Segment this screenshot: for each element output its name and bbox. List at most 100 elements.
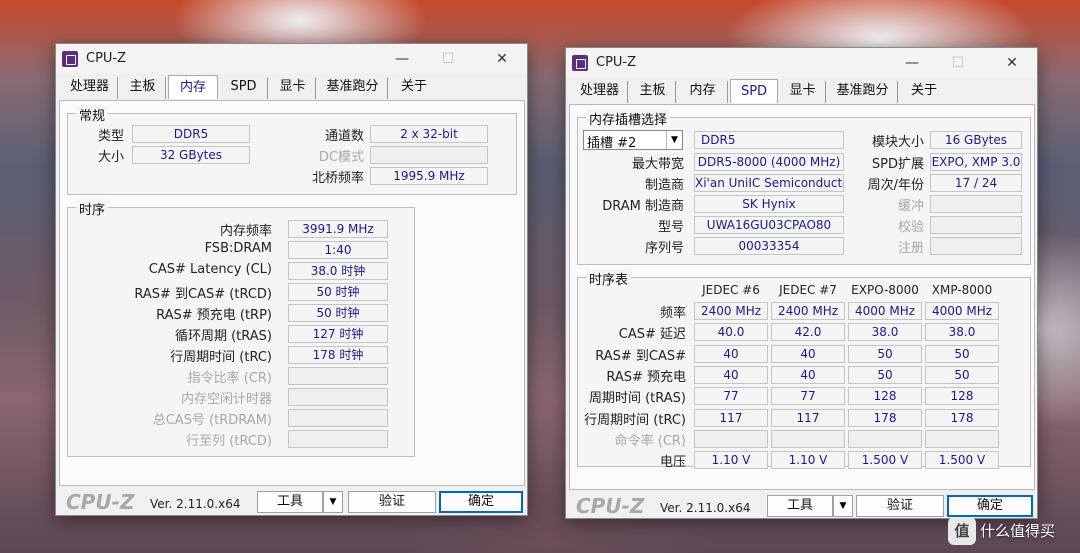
dram-mfr-value: SK Hynix	[694, 195, 844, 213]
cpuz-app-icon	[572, 55, 588, 71]
table-cell: 50	[925, 365, 999, 384]
table-row-label: 频率	[659, 306, 686, 321]
table-cell: 1.500 V	[925, 451, 999, 470]
timing-value: 38.0 时钟	[288, 262, 388, 280]
timing-label: 总CAS号 (tRDRAM)	[152, 413, 272, 428]
tab-bench[interactable]: 基准跑分	[318, 77, 388, 99]
timing-value	[288, 430, 388, 448]
minimize-icon[interactable]: —	[382, 47, 422, 71]
close-icon[interactable]: ✕	[482, 47, 522, 71]
table-row-label: 命令率 (CR)	[614, 433, 686, 449]
max-bw-value: DDR5-8000 (4000 MHz)	[694, 153, 844, 171]
size-label: 大小	[97, 150, 124, 165]
table-cell: 50	[848, 365, 922, 384]
channels-value: 2 x 32-bit	[370, 125, 488, 143]
tab-memory[interactable]: 内存	[678, 81, 728, 103]
tab-cpu[interactable]: 处理器	[62, 77, 118, 99]
title-bar[interactable]: CPU-Z — ☐ ✕	[566, 48, 1037, 78]
general-group: 常规 类型 DDR5 大小 32 GBytes 通道数 2 x 32-bit D…	[67, 105, 517, 195]
table-cell: 117	[771, 408, 845, 427]
spd-panel: 内存插槽选择 插槽 #2 ▼ DDR5 最大带宽 DDR5-8000 (4000…	[569, 104, 1035, 490]
watermark-text: 什么值得买	[980, 522, 1056, 540]
timing-table-title: 时序表	[586, 269, 632, 288]
manufacturer-value: Xi'an UniIC Semiconductors	[694, 174, 844, 192]
version-text: Ver. 2.11.0.x64	[150, 497, 241, 511]
table-cell	[771, 429, 845, 448]
timing-label: 行至列 (tRCD)	[186, 434, 272, 449]
tab-cpu[interactable]: 处理器	[572, 81, 628, 103]
timing-label: RAS# 到CAS# (tRCD)	[134, 287, 272, 302]
max-bw-label: 最大带宽	[631, 157, 684, 172]
table-row-label: RAS# 到CAS#	[595, 348, 686, 364]
ok-button[interactable]: 确定	[947, 495, 1033, 517]
table-cell: 117	[694, 408, 768, 427]
table-row-label: RAS# 预充电	[606, 369, 686, 385]
table-cell: 50	[848, 344, 922, 363]
timing-label: 内存空闲计时器	[180, 392, 272, 407]
tab-graphics[interactable]: 显卡	[270, 77, 316, 99]
tools-dropdown-icon[interactable]: ▼	[833, 495, 853, 517]
tab-spd[interactable]: SPD	[730, 79, 778, 103]
cpuz-app-icon	[62, 51, 78, 67]
table-row-label: 电压	[659, 455, 686, 471]
tab-about[interactable]: 关于	[900, 81, 948, 103]
cpuz-logo: CPU-Z	[576, 494, 645, 518]
close-icon[interactable]: ✕	[992, 51, 1032, 75]
tab-graphics[interactable]: 显卡	[780, 81, 826, 103]
general-group-title: 常规	[76, 105, 109, 124]
timing-label: 指令比率 (CR)	[187, 371, 272, 386]
buffered-label: 缓冲	[897, 199, 924, 214]
timing-label: RAS# 预充电 (tRP)	[156, 308, 272, 323]
slot-group: 内存插槽选择 插槽 #2 ▼ DDR5 最大带宽 DDR5-8000 (4000…	[577, 109, 1031, 265]
table-column-header: XMP-8000	[931, 283, 993, 297]
table-cell: 40	[694, 344, 768, 363]
tools-button[interactable]: 工具	[767, 495, 833, 517]
tab-bench[interactable]: 基准跑分	[828, 81, 898, 103]
slot-select[interactable]: 插槽 #2 ▼	[583, 130, 683, 151]
timing-value	[288, 388, 388, 406]
validate-button[interactable]: 验证	[348, 491, 436, 513]
manufacturer-label: 制造商	[644, 178, 684, 193]
table-row-label: CAS# 延迟	[618, 327, 686, 343]
table-cell	[848, 429, 922, 448]
table-cell: 178	[848, 408, 922, 427]
tab-mainboard[interactable]: 主板	[120, 77, 166, 99]
tools-button[interactable]: 工具	[257, 491, 323, 513]
tab-memory[interactable]: 内存	[168, 75, 218, 99]
table-cell: 77	[694, 387, 768, 406]
timing-label: CAS# Latency (CL)	[148, 262, 272, 277]
table-cell: 38.0	[848, 323, 922, 342]
dc-mode-value	[370, 146, 488, 164]
table-cell: 4000 MHz	[848, 302, 922, 320]
minimize-icon[interactable]: —	[892, 51, 932, 75]
table-cell: 1.10 V	[771, 451, 845, 470]
version-text: Ver. 2.11.0.x64	[660, 501, 751, 515]
ok-button[interactable]: 确定	[439, 491, 523, 513]
timing-value	[288, 367, 388, 385]
watermark-logo-icon: 值	[948, 517, 976, 545]
size-value: 32 GBytes	[132, 146, 250, 164]
timings-group-title: 时序	[76, 199, 109, 218]
table-cell: 2400 MHz	[694, 302, 768, 320]
validate-button[interactable]: 验证	[856, 495, 944, 517]
cpuz-window-spd: CPU-Z — ☐ ✕ 处理器 主板 内存 SPD 显卡 基准跑分 关于 内存插…	[565, 47, 1038, 519]
title-bar[interactable]: CPU-Z — ☐ ✕	[56, 44, 527, 74]
nb-freq-label: 北桥频率	[311, 171, 364, 186]
table-row-label: 周期时间 (tRAS)	[588, 391, 686, 407]
tab-about[interactable]: 关于	[390, 77, 438, 99]
timing-label: 内存频率	[219, 224, 272, 239]
tab-spd[interactable]: SPD	[220, 77, 268, 99]
maximize-icon: ☐	[951, 55, 965, 71]
table-cell: 178	[925, 408, 999, 427]
memory-panel: 常规 类型 DDR5 大小 32 GBytes 通道数 2 x 32-bit D…	[59, 100, 525, 486]
timing-value: 50 时钟	[288, 304, 388, 322]
timing-value: 1:40	[288, 241, 388, 259]
module-size-value: 16 GBytes	[930, 131, 1022, 149]
spd-ext-value: EXPO, XMP 3.0	[930, 153, 1022, 171]
chevron-down-icon: ▼	[666, 131, 682, 149]
dram-mfr-label: DRAM 制造商	[602, 199, 684, 214]
tab-mainboard[interactable]: 主板	[630, 81, 676, 103]
timing-label: FSB:DRAM	[204, 241, 272, 256]
timing-value: 127 时钟	[288, 325, 388, 343]
tools-dropdown-icon[interactable]: ▼	[323, 491, 343, 513]
